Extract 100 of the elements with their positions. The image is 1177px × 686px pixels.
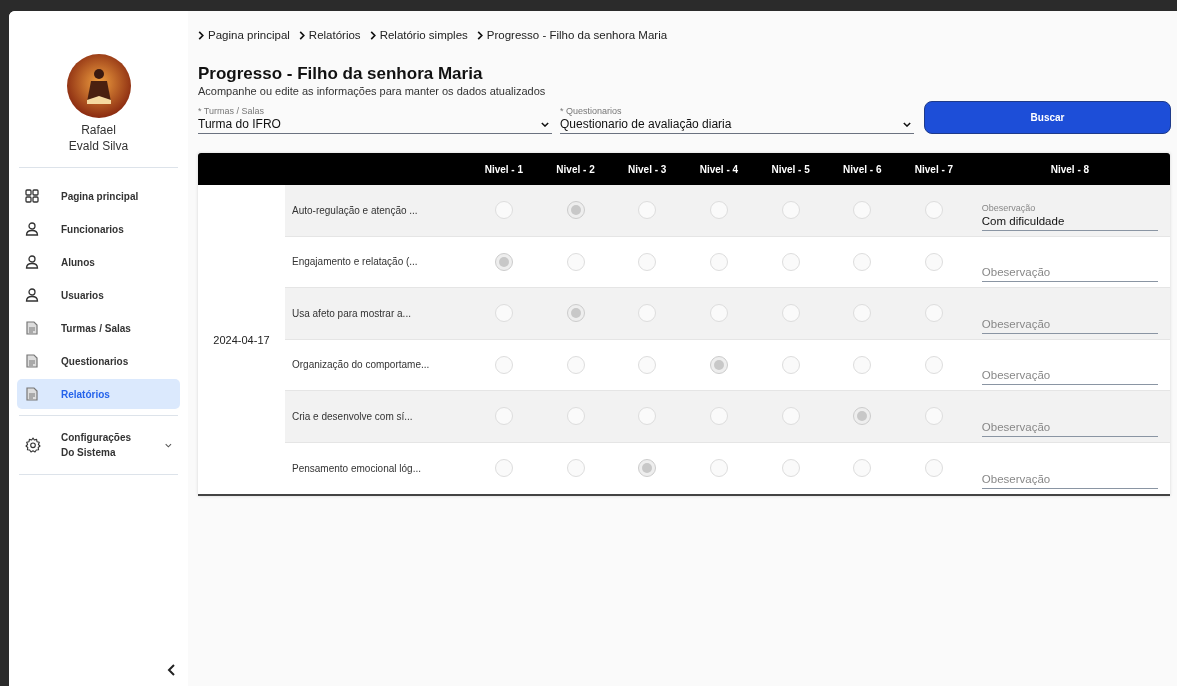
field-label: Obeservação xyxy=(981,202,1037,214)
grid-icon xyxy=(25,189,39,203)
chevron-down-icon xyxy=(903,121,911,127)
column-header: Nivel - 7 xyxy=(913,163,955,175)
radio-button[interactable] xyxy=(494,252,513,271)
sidebar-item[interactable]: Relatórios xyxy=(17,379,180,409)
chevron-right-icon xyxy=(198,30,204,40)
chevron-right-icon xyxy=(298,30,305,40)
person-icon xyxy=(25,288,39,302)
breadcrumb-link[interactable]: Progresso - Filho da senhora Maria xyxy=(476,29,668,41)
chevron-down-icon xyxy=(541,121,549,127)
breadcrumb-link[interactable]: Pagina principal xyxy=(198,29,290,41)
item-cell-text: Auto-regulação e atenção ... xyxy=(291,204,419,216)
radio-button[interactable] xyxy=(709,355,728,374)
sidebar-item[interactable]: Alunos xyxy=(17,247,180,277)
column-header: Nivel - 4 xyxy=(698,163,740,175)
avatar-icon xyxy=(66,54,131,118)
radio-button[interactable] xyxy=(638,355,657,374)
chevron-down-icon xyxy=(165,442,172,448)
radio-button[interactable] xyxy=(638,459,657,478)
radio-button[interactable] xyxy=(566,407,585,426)
radio-button[interactable] xyxy=(709,459,728,478)
item-cell-text: Engajamento e relatação (... xyxy=(291,256,419,268)
radio-button[interactable] xyxy=(853,252,872,271)
radio-button[interactable] xyxy=(638,201,657,220)
sidebar-item[interactable]: Questionarios xyxy=(17,346,180,376)
column-header: Nivel - 8 xyxy=(1049,163,1091,175)
chevron-right-icon xyxy=(369,30,376,40)
radio-button[interactable] xyxy=(781,459,800,478)
column-header: Nivel - 2 xyxy=(555,163,596,175)
radio-button[interactable] xyxy=(709,201,728,220)
radio-button[interactable] xyxy=(853,304,872,323)
item-cell-text: Usa afeto para mostrar a... xyxy=(291,307,412,319)
radio-button[interactable] xyxy=(494,201,513,220)
column-header: Nivel - 5 xyxy=(770,163,811,175)
radio-button[interactable] xyxy=(494,304,513,323)
radio-button[interactable] xyxy=(566,459,585,478)
collapse-icon[interactable] xyxy=(167,664,175,676)
document-icon xyxy=(25,321,39,335)
radio-button[interactable] xyxy=(853,407,872,426)
observation-field[interactable]: Obeservação xyxy=(981,265,1158,282)
radio-button[interactable] xyxy=(494,355,513,374)
radio-button[interactable] xyxy=(781,304,800,323)
person-icon xyxy=(25,222,39,236)
page-subtitle: Acompanhe ou edite as informações para manter os dados atualizados xyxy=(198,85,547,97)
radio-button[interactable] xyxy=(853,201,872,220)
sidebar-item[interactable]: Usuarios xyxy=(17,280,180,310)
radio-button[interactable] xyxy=(853,355,872,374)
radio-button[interactable] xyxy=(853,459,872,478)
radio-button[interactable] xyxy=(566,252,585,271)
column-header: Nivel - 6 xyxy=(842,163,883,175)
radio-button[interactable] xyxy=(494,459,513,478)
column-header: Nivel - 3 xyxy=(627,163,668,175)
observation-field[interactable]: Obeservação xyxy=(981,471,1158,488)
settings-icon xyxy=(25,437,41,453)
user-name: Rafael xyxy=(81,122,116,138)
radio-button[interactable] xyxy=(924,459,943,478)
radio-button[interactable] xyxy=(924,407,943,426)
radio-button[interactable] xyxy=(924,201,943,220)
sidebar-item[interactable]: Pagina principal xyxy=(17,181,180,211)
radio-button[interactable] xyxy=(638,407,657,426)
radio-button[interactable] xyxy=(566,304,585,323)
column-header: Nivel - 1 xyxy=(483,163,524,175)
radio-button[interactable] xyxy=(566,355,585,374)
select-field[interactable]: * Turmas / Salas Turma do IFRO xyxy=(198,106,552,134)
breadcrumb-link[interactable]: Relatórios xyxy=(298,29,361,41)
radio-button[interactable] xyxy=(924,252,943,271)
radio-button[interactable] xyxy=(781,355,800,374)
page-title: Progresso - Filho da senhora Maria xyxy=(198,64,484,84)
radio-button[interactable] xyxy=(638,304,657,323)
user-surname: Evald Silva xyxy=(68,138,129,154)
radio-button[interactable] xyxy=(924,355,943,374)
observation-field[interactable]: Obeservação xyxy=(981,368,1158,385)
radio-button[interactable] xyxy=(638,252,657,271)
radio-button[interactable] xyxy=(709,304,728,323)
radio-button[interactable] xyxy=(781,407,800,426)
item-cell-text: Organização do comportame... xyxy=(291,359,431,371)
breadcrumb-link[interactable]: Relatório simples xyxy=(369,29,468,41)
radio-button[interactable] xyxy=(709,407,728,426)
item-cell-text: Cria e desenvolve com sí... xyxy=(291,410,414,422)
radio-button[interactable] xyxy=(781,252,800,271)
radio-button[interactable] xyxy=(494,407,513,426)
document-icon xyxy=(25,387,39,401)
observation-field[interactable]: Obeservação xyxy=(981,316,1158,333)
sidebar-item[interactable]: Funcionarios xyxy=(17,214,180,244)
person-icon xyxy=(25,255,39,269)
date-cell-text: 2024-04-17 xyxy=(212,332,271,348)
observation-field[interactable]: Com dificuldade xyxy=(981,213,1158,230)
radio-button[interactable] xyxy=(924,304,943,323)
observation-field[interactable]: Obeservação xyxy=(981,419,1158,436)
radio-button[interactable] xyxy=(566,201,585,220)
radio-button[interactable] xyxy=(709,252,728,271)
search-button[interactable]: Buscar xyxy=(924,101,1171,134)
document-icon xyxy=(25,354,39,368)
settings-menu-item[interactable]: Configurações Do Sistema xyxy=(17,416,180,474)
chevron-right-icon xyxy=(476,30,483,40)
radio-button[interactable] xyxy=(781,201,800,220)
sidebar-item[interactable]: Turmas / Salas xyxy=(17,313,180,343)
select-field[interactable]: * Questionarios Questionario de avaliação diaria xyxy=(560,106,914,134)
item-cell-text: Pensamento emocional lóg... xyxy=(291,462,422,474)
